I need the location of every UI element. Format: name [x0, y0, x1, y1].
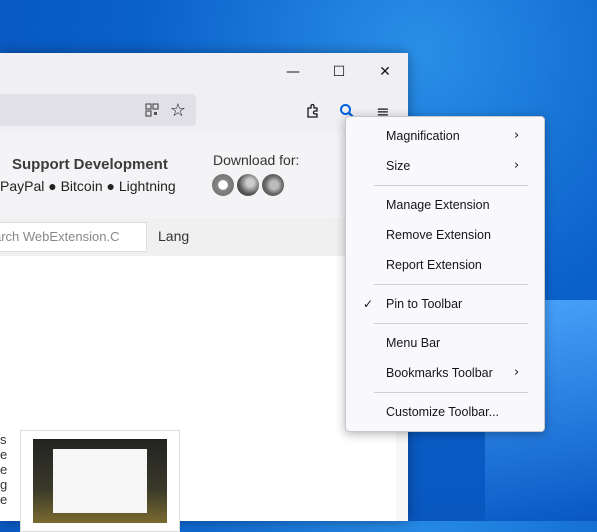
extensions-puzzle-icon[interactable] — [299, 97, 327, 125]
menu-item-bookmarks-toolbar[interactable]: Bookmarks Toolbar › — [346, 358, 544, 388]
truncated-side-text: s e e g e — [0, 432, 7, 507]
thumbnail-image — [33, 439, 167, 523]
menu-item-magnification[interactable]: Magnification › — [346, 121, 544, 151]
menu-item-label: Magnification — [386, 129, 460, 143]
menu-item-label: Report Extension — [386, 258, 482, 272]
firefox-logo-icon[interactable] — [262, 174, 284, 196]
download-label: Download for: — [213, 152, 300, 168]
language-selector[interactable]: Lang — [158, 228, 189, 244]
side-text-line: e — [0, 447, 8, 462]
support-title: Support Development — [12, 156, 168, 173]
menu-separator — [374, 185, 528, 186]
menu-item-pin-to-toolbar[interactable]: ✓ Pin to Toolbar — [346, 289, 544, 319]
support-methods[interactable]: PayPal ● Bitcoin ● Lightning — [0, 178, 176, 194]
address-bar[interactable]: ☆ — [0, 94, 196, 126]
chrome-logo-icon[interactable] — [212, 174, 234, 196]
menu-item-label: Pin to Toolbar — [386, 297, 463, 311]
menu-item-customize-toolbar[interactable]: Customize Toolbar... — [346, 397, 544, 427]
chevron-right-icon: › — [514, 158, 520, 173]
menu-item-manage-extension[interactable]: Manage Extension — [346, 190, 544, 220]
screenshot-thumbnail[interactable] — [20, 430, 180, 532]
menu-item-label: Remove Extension — [386, 228, 491, 242]
menu-separator — [374, 284, 528, 285]
menu-separator — [374, 323, 528, 324]
menu-item-label: Menu Bar — [386, 336, 441, 350]
title-bar: — ☐ ✕ — [0, 53, 408, 90]
menu-item-size[interactable]: Size › — [346, 151, 544, 181]
menu-item-remove-extension[interactable]: Remove Extension — [346, 220, 544, 250]
thumbnail-page-preview — [53, 449, 147, 513]
edge-logo-icon[interactable] — [237, 174, 259, 196]
side-text-line: e — [0, 492, 8, 507]
side-text-line: s — [0, 432, 7, 447]
side-text-line: g — [0, 477, 8, 492]
menu-item-label: Customize Toolbar... — [386, 405, 500, 419]
menu-item-label: Bookmarks Toolbar — [386, 366, 493, 380]
chevron-right-icon: › — [514, 128, 520, 143]
search-input[interactable]: arch WebExtension.C — [0, 222, 147, 252]
menu-item-menu-bar[interactable]: Menu Bar — [346, 328, 544, 358]
side-text-line: e — [0, 462, 8, 477]
menu-separator — [374, 392, 528, 393]
close-button[interactable]: ✕ — [362, 53, 408, 90]
minimize-button[interactable]: — — [270, 53, 316, 90]
chevron-right-icon: › — [514, 365, 520, 380]
menu-item-label: Size — [386, 159, 411, 173]
qr-code-icon[interactable] — [138, 96, 166, 124]
menu-item-report-extension[interactable]: Report Extension — [346, 250, 544, 280]
bookmark-star-icon[interactable]: ☆ — [164, 96, 192, 124]
support-banner: Support Development PayPal ● Bitcoin ● L… — [0, 132, 350, 218]
extension-context-menu: Magnification › Size › Manage Extension … — [345, 116, 545, 432]
menu-item-label: Manage Extension — [386, 198, 490, 212]
maximize-button[interactable]: ☐ — [316, 53, 362, 90]
checkmark-icon: ✓ — [363, 297, 374, 311]
